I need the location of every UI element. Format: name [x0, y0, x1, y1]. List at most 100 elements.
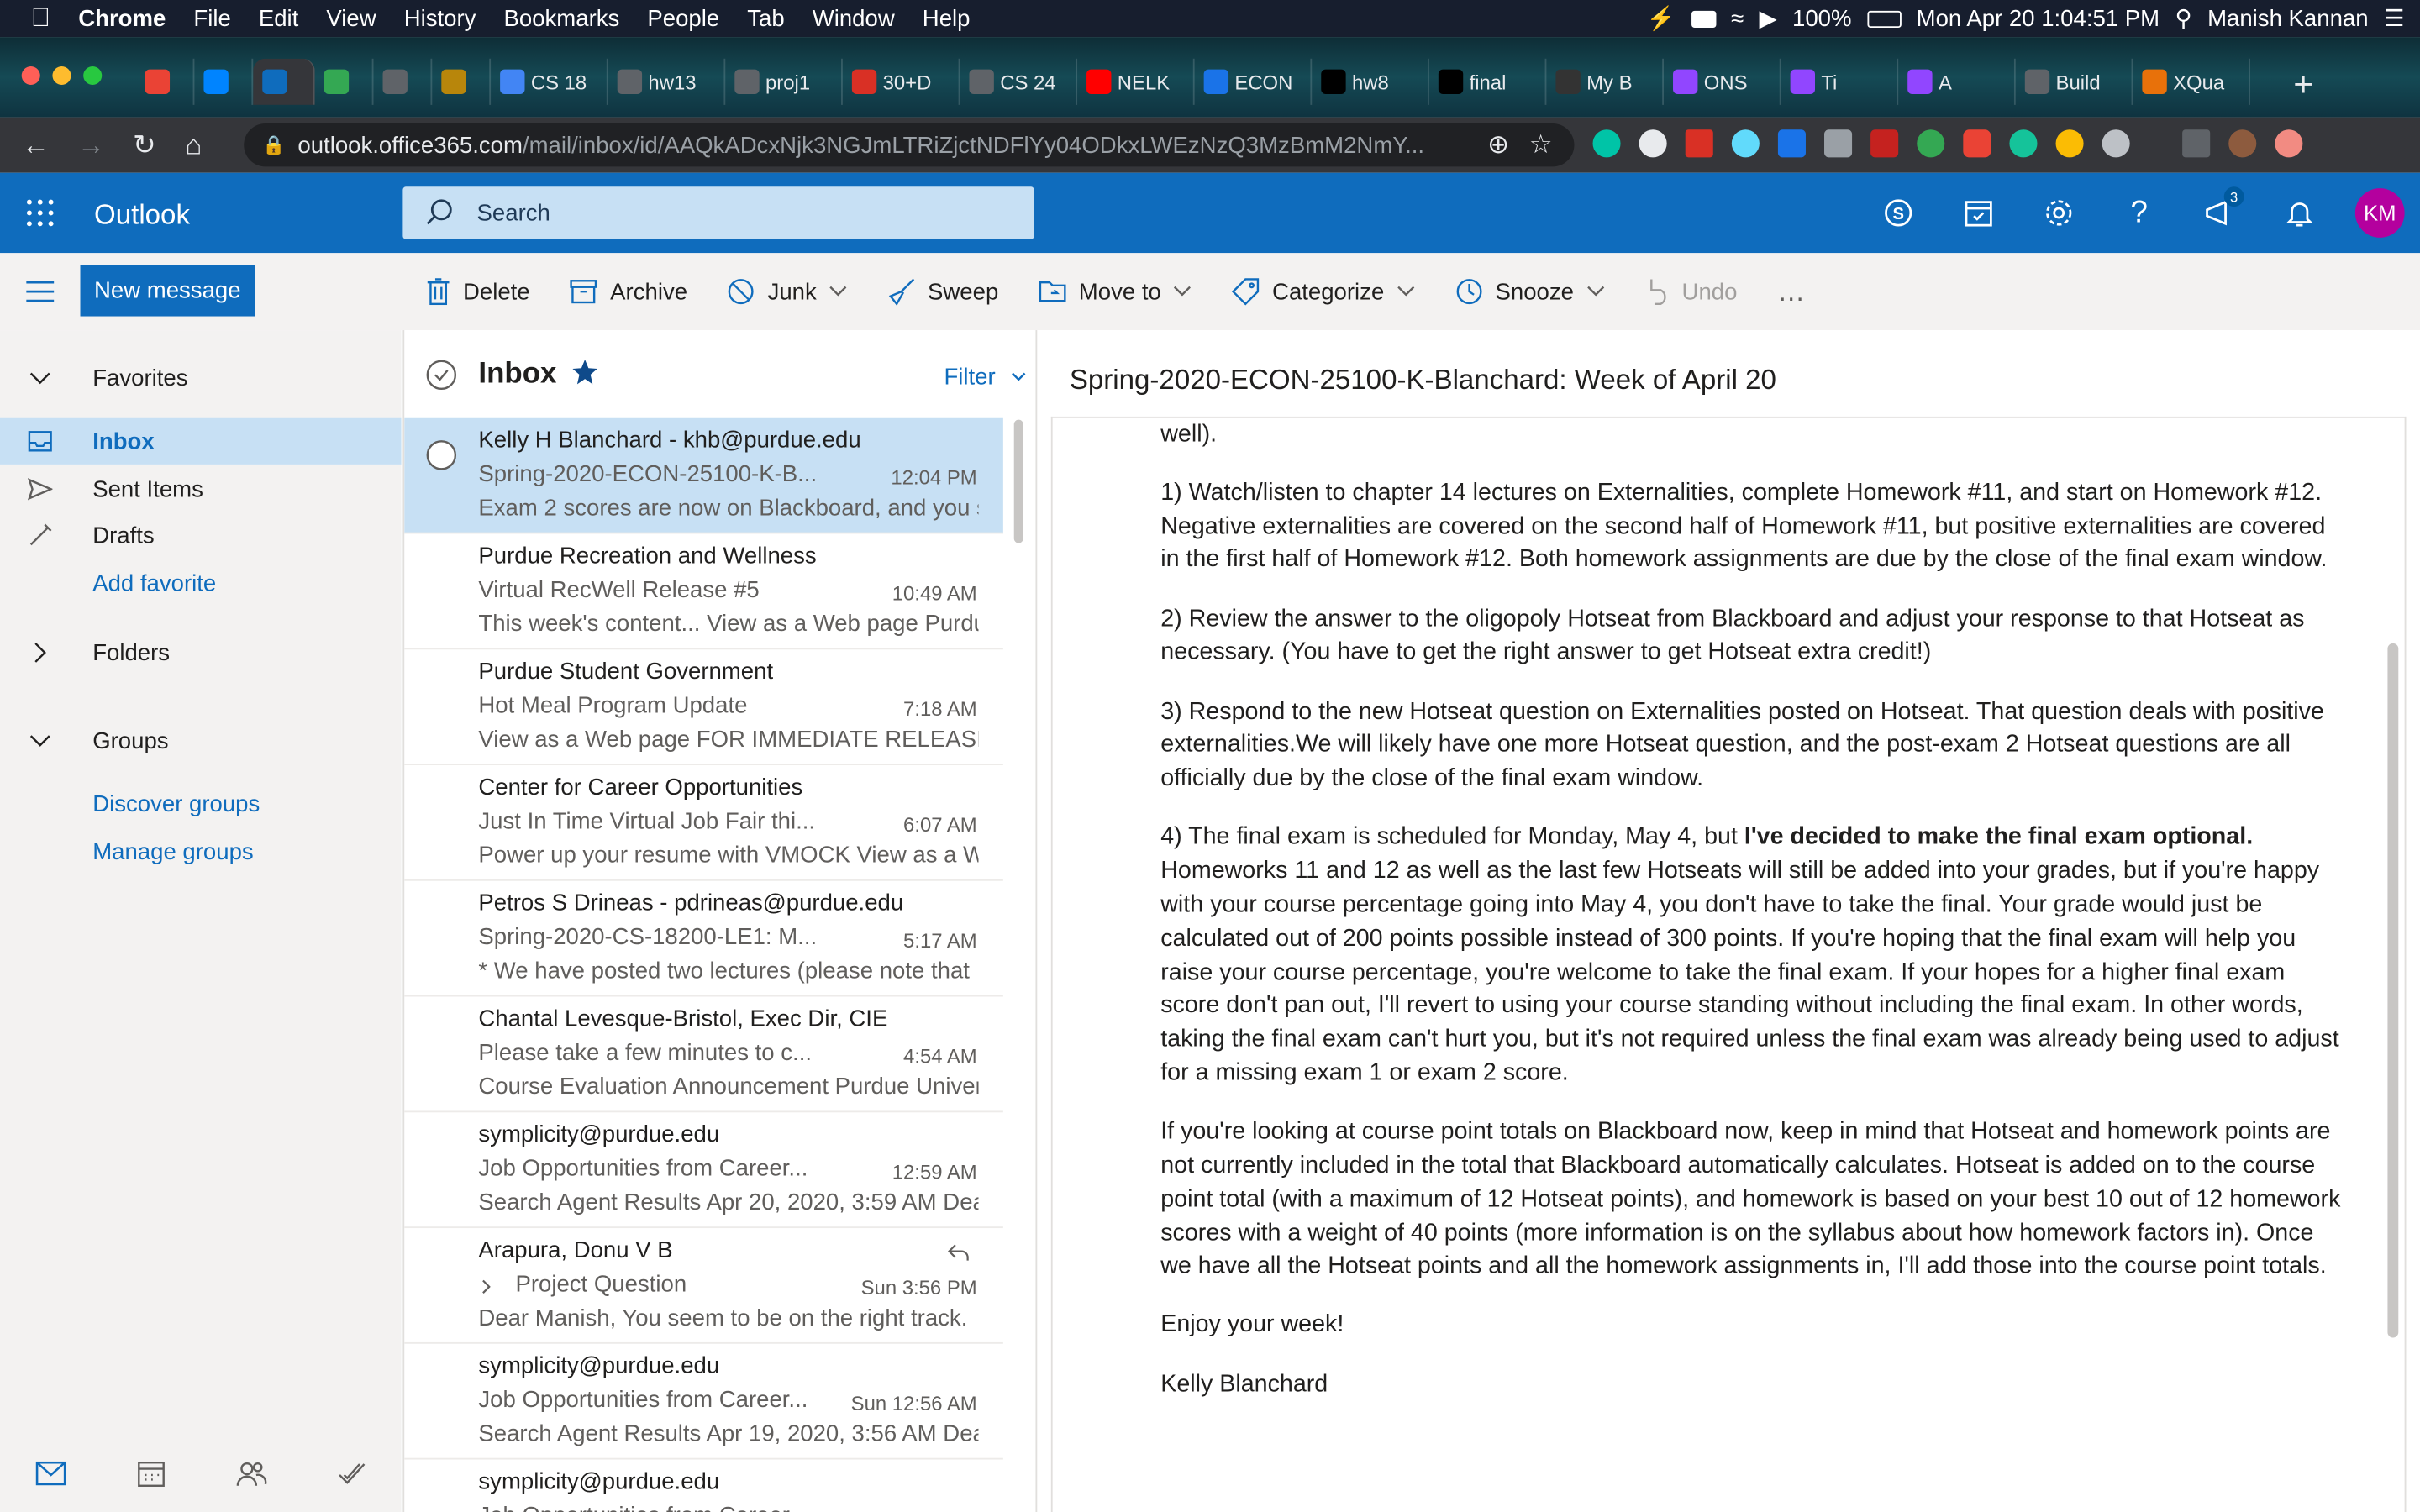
browser-tab[interactable]: proj1 [725, 58, 843, 105]
browser-tab[interactable]: XQua [2133, 58, 2250, 105]
account-avatar[interactable]: KM [2354, 188, 2405, 238]
undo-button[interactable]: Undo [1644, 278, 1737, 306]
browser-tab[interactable] [194, 58, 254, 105]
browser-tab[interactable] [315, 58, 374, 105]
clock[interactable]: Mon Apr 20 1:04:51 PM [1917, 5, 2160, 31]
categorize-button[interactable]: Categorize [1232, 278, 1415, 306]
user-menu[interactable]: Manish Kannan [2207, 5, 2368, 31]
archive-button[interactable]: Archive [570, 279, 687, 305]
groups-header[interactable]: Groups [0, 717, 402, 764]
volume-icon[interactable]: ▶ [1759, 5, 1776, 32]
back-icon[interactable]: ← [22, 129, 50, 162]
browser-tab[interactable]: ONS [1664, 58, 1781, 105]
chevron-down-icon[interactable] [1011, 372, 1026, 383]
menu-window[interactable]: Window [798, 5, 908, 31]
calendar-module-button[interactable] [100, 1460, 200, 1488]
extension-icon[interactable] [1963, 129, 1991, 158]
battery-percent[interactable]: 100% [1792, 5, 1851, 31]
browser-tab[interactable]: hw13 [608, 58, 726, 105]
browser-tab[interactable]: Ti [1781, 58, 1899, 105]
settings-gear-icon[interactable] [2018, 173, 2099, 254]
menu-edit[interactable]: Edit [245, 5, 313, 31]
reading-pane-scrollbar[interactable] [2387, 643, 2399, 1338]
sidebar-item-sent[interactable]: Sent Items [0, 466, 402, 512]
bell-icon[interactable] [2260, 173, 2340, 254]
browser-tab[interactable]: CS 18 [491, 58, 608, 105]
browser-tab[interactable] [432, 58, 492, 105]
extension-icon[interactable] [1731, 129, 1760, 158]
wifi-icon[interactable]: ≈ [1731, 5, 1744, 31]
minimize-window-icon[interactable] [52, 66, 71, 86]
zoom-window-icon[interactable] [83, 66, 103, 86]
message-list-scrollbar[interactable] [1013, 419, 1023, 543]
help-icon[interactable]: ? [2099, 173, 2180, 254]
apple-icon[interactable]:  [0, 3, 65, 34]
select-checkbox-icon[interactable] [426, 439, 457, 470]
move-to-button[interactable]: Move to [1039, 279, 1192, 305]
favorites-header[interactable]: Favorites [0, 354, 402, 401]
browser-tab[interactable]: ECON [1195, 58, 1313, 105]
search-box[interactable]: Search [402, 186, 1034, 239]
lightning-icon[interactable]: ⚡ [1647, 5, 1676, 32]
select-all-icon[interactable] [426, 360, 457, 391]
menu-file[interactable]: File [180, 5, 245, 31]
sidebar-item-drafts[interactable]: Drafts [0, 512, 402, 559]
address-bar[interactable]: 🔒 outlook.office365.com/mail/inbox/id/AA… [244, 123, 1575, 167]
new-message-button[interactable]: New message [80, 265, 255, 317]
extension-icon[interactable] [1685, 129, 1713, 158]
skype-icon[interactable]: S [1858, 173, 1939, 254]
extension-icon[interactable] [1777, 129, 1806, 158]
message-row[interactable]: symplicity@purdue.edu Job Opportunities f… [404, 1460, 1003, 1512]
app-menu[interactable]: Chrome [65, 5, 180, 31]
reload-icon[interactable]: ↻ [133, 129, 156, 162]
whats-new-icon[interactable]: 3 [2179, 173, 2260, 254]
bookmark-star-icon[interactable]: ☆ [1529, 129, 1553, 160]
profile-avatar[interactable] [2228, 129, 2257, 158]
menu-tab[interactable]: Tab [734, 5, 798, 31]
more-actions-button[interactable]: … [1777, 276, 1808, 308]
message-row[interactable]: Purdue Student Government Hot Meal Progra… [404, 649, 1003, 766]
message-row[interactable]: Petros S Drineas - pdrineas@purdue.edu Sp… [404, 881, 1003, 997]
message-row[interactable]: symplicity@purdue.edu Job Opportunities f… [404, 1344, 1003, 1460]
junk-button[interactable]: Junk [728, 278, 848, 306]
browser-tab[interactable]: A [1898, 58, 2016, 105]
browser-tab[interactable]: NELK [1077, 58, 1195, 105]
extension-icon[interactable] [1917, 129, 1945, 158]
new-tab-icon[interactable]: + [2293, 65, 2313, 105]
message-row[interactable]: Kelly H Blanchard - khb@purdue.edu Spring… [404, 417, 1003, 534]
manage-groups-link[interactable]: Manage groups [0, 828, 402, 874]
add-icon[interactable]: ⊕ [1487, 129, 1509, 160]
add-favorite-link[interactable]: Add favorite [0, 560, 402, 606]
people-module-button[interactable] [201, 1460, 301, 1488]
extension-icon[interactable] [2009, 129, 2038, 158]
browser-tab[interactable]: final [1429, 58, 1547, 105]
extension-icon[interactable] [1870, 129, 1899, 158]
close-window-icon[interactable] [21, 66, 40, 86]
message-row[interactable]: Center for Career Opportunities Just In T… [404, 765, 1003, 881]
browser-tab[interactable] [136, 58, 195, 105]
sweep-button[interactable]: Sweep [887, 278, 998, 306]
menu-people[interactable]: People [634, 5, 734, 31]
star-icon[interactable] [571, 358, 599, 386]
menu-history[interactable]: History [390, 5, 490, 31]
home-icon[interactable]: ⌂ [185, 129, 202, 162]
menu-bookmarks[interactable]: Bookmarks [490, 5, 634, 31]
outlook-brand[interactable]: Outlook [94, 199, 190, 232]
browser-tab[interactable]: My B [1546, 58, 1665, 105]
notification-center-icon[interactable]: ☰ [2384, 5, 2405, 32]
camera-icon[interactable] [1691, 9, 1716, 28]
browser-tab[interactable]: 30+D [843, 58, 960, 105]
todo-module-button[interactable] [301, 1461, 401, 1485]
browser-tab[interactable]: hw8 [1312, 58, 1429, 105]
menu-help[interactable]: Help [908, 5, 984, 31]
forward-icon[interactable]: → [77, 129, 105, 162]
media-controls-icon[interactable] [2182, 129, 2211, 158]
app-launcher-icon[interactable] [24, 197, 55, 228]
battery-icon[interactable] [1866, 9, 1902, 28]
spotlight-icon[interactable]: ⚲ [2175, 5, 2192, 32]
discover-groups-link[interactable]: Discover groups [0, 780, 402, 827]
browser-tab[interactable]: Build [2016, 58, 2133, 105]
extension-icon[interactable] [1592, 129, 1621, 158]
extension-icon[interactable] [2102, 129, 2130, 158]
menu-view[interactable]: View [313, 5, 390, 31]
